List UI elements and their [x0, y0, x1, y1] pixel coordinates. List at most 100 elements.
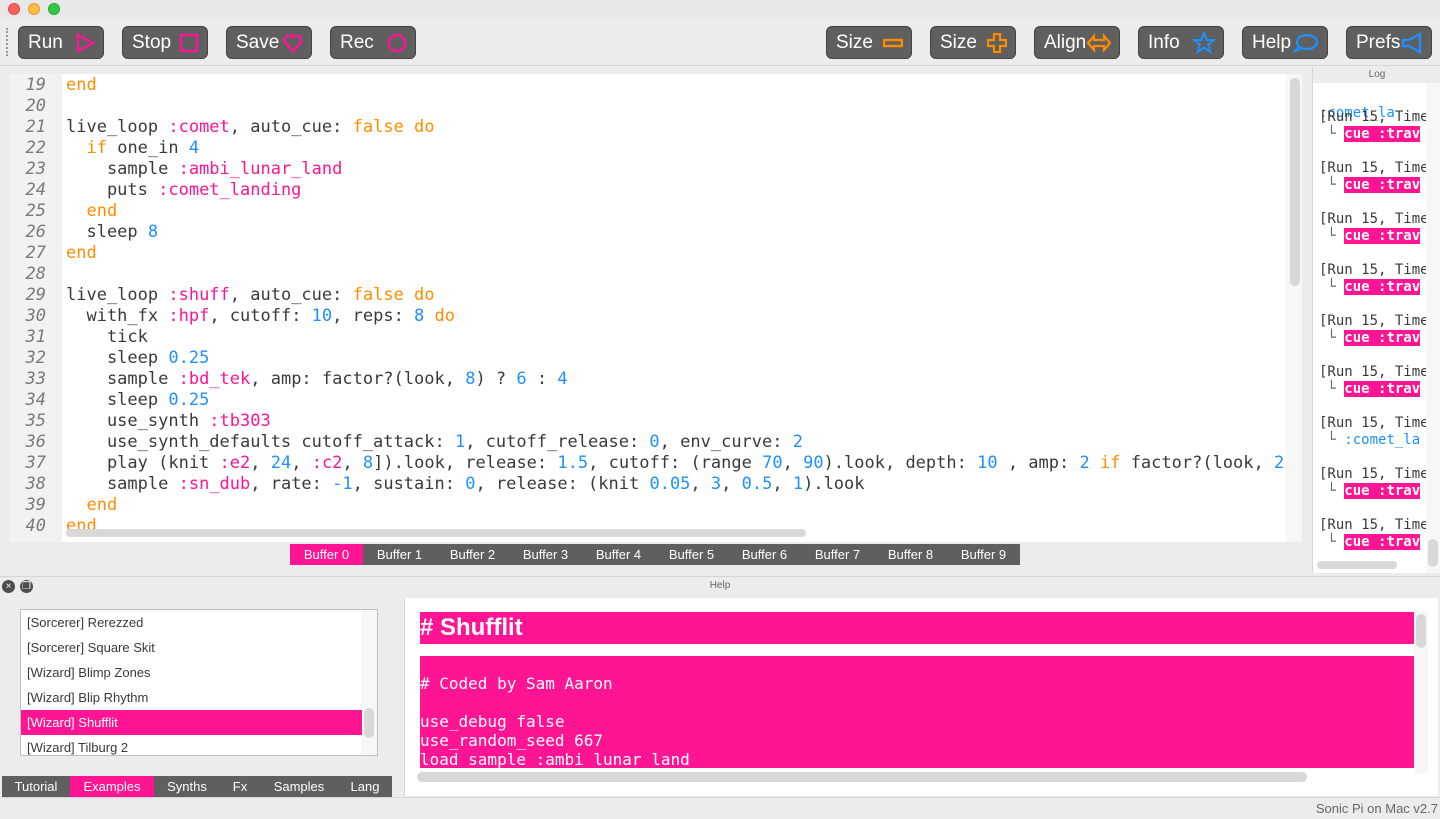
log-tree-branch-icon: └: [1319, 432, 1345, 448]
buffer-tab-6[interactable]: Buffer 6: [728, 544, 801, 565]
buffer-tab-3[interactable]: Buffer 3: [509, 544, 582, 565]
code-line[interactable]: 23 sample :ambi_lunar_land: [10, 159, 1286, 180]
help-tab-examples[interactable]: Examples: [70, 776, 154, 797]
code-editor[interactable]: 19 end 20 21 live_loop :comet, auto_cue: fal…: [10, 74, 1302, 542]
code-line[interactable]: 22 if one_in 4: [10, 138, 1286, 159]
help-tab-samples[interactable]: Samples: [260, 776, 338, 797]
buffer-tab-0[interactable]: Buffer 0: [290, 544, 363, 565]
doc-vertical-scroll-thumb[interactable]: [1416, 614, 1426, 648]
log-horizontal-scroll-thumb[interactable]: [1317, 561, 1397, 569]
code-line[interactable]: 25 end: [10, 201, 1286, 222]
doc-horizontal-scroll-thumb[interactable]: [417, 772, 1307, 782]
stop-button[interactable]: Stop: [122, 26, 208, 59]
example-list-item[interactable]: [Sorcerer] Square Skit: [21, 635, 362, 660]
buffer-tabs: Buffer 0 Buffer 1 Buffer 2 Buffer 3 Buffer 4…: [290, 544, 1020, 565]
example-list-item[interactable]: [Sorcerer] Rerezzed: [21, 610, 362, 635]
doc-vertical-scrollbar[interactable]: [1414, 610, 1428, 774]
log-entry-header: [Run 15, Time: [1319, 262, 1429, 278]
zoom-window-button[interactable]: [48, 3, 60, 15]
log-vertical-scroll-thumb[interactable]: [1428, 539, 1438, 567]
buffer-tab-5[interactable]: Buffer 5: [655, 544, 728, 565]
code-token: ) ?: [475, 369, 517, 389]
example-list-item[interactable]: [Wizard] Shufflit: [21, 710, 362, 735]
stop-label: Stop: [132, 31, 172, 53]
code-line[interactable]: 30 with_fx :hpf, cutoff: 10, reps: 8 do: [10, 306, 1286, 327]
buffer-tab-9[interactable]: Buffer 9: [947, 544, 1020, 565]
rec-button[interactable]: Rec: [330, 26, 416, 59]
log-vertical-scrollbar[interactable]: [1426, 83, 1440, 573]
example-list-item[interactable]: [Wizard] Blimp Zones: [21, 660, 362, 685]
log-message-text: cue :trav: [1344, 330, 1421, 346]
code-line[interactable]: 28: [10, 264, 1286, 285]
code-token: live_loop: [66, 117, 169, 137]
buffer-tab-1[interactable]: Buffer 1: [363, 544, 436, 565]
align-button[interactable]: Align: [1034, 26, 1120, 59]
editor-horizontal-scrollbar[interactable]: [66, 527, 1286, 539]
code-text: use_synth_defaults cutoff_attack: 1, cut…: [66, 432, 803, 453]
log-entry: [Run 15, Time └ cue :trav: [1319, 313, 1431, 347]
code-line[interactable]: 20: [10, 96, 1286, 117]
examples-vertical-scrollbar[interactable]: [361, 610, 377, 755]
code-line[interactable]: 39 end: [10, 495, 1286, 516]
editor-vertical-scroll-thumb[interactable]: [1290, 78, 1300, 286]
log-message-text: cue :trav: [1344, 279, 1421, 295]
minimize-window-button[interactable]: [28, 3, 40, 15]
doc-code-line: use_random_seed 667: [420, 731, 604, 750]
code-line[interactable]: 21 live_loop :comet, auto_cue: false do: [10, 117, 1286, 138]
code-line[interactable]: 35 use_synth :tb303: [10, 411, 1286, 432]
code-line[interactable]: 38 sample :sn_dub, rate: -1, sustain: 0,…: [10, 474, 1286, 495]
line-number: 28: [25, 264, 46, 284]
log-message-text: cue :trav: [1344, 228, 1421, 244]
editor-vertical-scrollbar[interactable]: [1286, 74, 1302, 542]
code-line[interactable]: 26 sleep 8: [10, 222, 1286, 243]
buffer-tab-7[interactable]: Buffer 7: [801, 544, 874, 565]
code-token: ,: [250, 453, 271, 473]
close-window-button[interactable]: [8, 3, 20, 15]
line-number: 35: [25, 411, 46, 431]
code-token: :: [526, 369, 558, 389]
code-token: ,: [772, 474, 793, 494]
examples-list[interactable]: [Sorcerer] Rerezzed [Sorcerer] Square Ski…: [20, 609, 378, 756]
log-entry-header: [Run 15, Time: [1319, 109, 1429, 125]
example-list-item[interactable]: [Wizard] Tilburg 2: [21, 735, 362, 755]
help-button[interactable]: Help: [1242, 26, 1328, 59]
log-entry: [Run 15, Time └ cue :trav: [1319, 211, 1431, 245]
code-line[interactable]: 34 sleep 0.25: [10, 390, 1286, 411]
code-line[interactable]: 19 end: [10, 75, 1286, 96]
code-line[interactable]: 32 sleep 0.25: [10, 348, 1286, 369]
code-line[interactable]: 24 puts :comet_landing: [10, 180, 1286, 201]
line-number: 20: [25, 96, 46, 116]
help-tab-fx[interactable]: Fx: [220, 776, 260, 797]
code-line[interactable]: 31 tick: [10, 327, 1286, 348]
run-button[interactable]: Run: [18, 26, 104, 59]
float-help-icon[interactable]: ❐: [20, 580, 33, 593]
log-tree-branch-icon: └: [1319, 330, 1345, 346]
code-line[interactable]: 33 sample :bd_tek, amp: factor?(look, 8)…: [10, 369, 1286, 390]
help-tab-synths[interactable]: Synths: [154, 776, 220, 797]
code-token: :tb303: [209, 411, 271, 431]
doc-code-line: load_sample :ambi_lunar_land: [420, 750, 690, 769]
close-help-icon[interactable]: ×: [2, 580, 15, 593]
code-line[interactable]: 36 use_synth_defaults cutoff_attack: 1, …: [10, 432, 1286, 453]
size-down-button[interactable]: Size: [826, 26, 912, 59]
buffer-tab-8[interactable]: Buffer 8: [874, 544, 947, 565]
code-line[interactable]: 27 end: [10, 243, 1286, 264]
example-list-item[interactable]: [Wizard] Blip Rhythm: [21, 685, 362, 710]
buffer-tab-2[interactable]: Buffer 2: [436, 544, 509, 565]
prefs-button[interactable]: Prefs: [1346, 26, 1432, 59]
editor-horizontal-scroll-thumb[interactable]: [66, 529, 806, 537]
toolbar-grip[interactable]: [6, 28, 8, 56]
buffer-tab-4[interactable]: Buffer 4: [582, 544, 655, 565]
size-up-button[interactable]: Size: [930, 26, 1016, 59]
code-token: one_in: [106, 138, 189, 158]
help-tab-lang[interactable]: Lang: [338, 776, 392, 797]
code-line[interactable]: 37 play (knit :e2, 24, :c2, 8]).look, re…: [10, 453, 1295, 474]
speech-bubble-icon: [1293, 33, 1319, 53]
log-tree-branch-icon: └: [1319, 126, 1345, 142]
code-line[interactable]: 29 live_loop :shuff, auto_cue: false do: [10, 285, 1286, 306]
save-button[interactable]: Save: [226, 26, 312, 59]
info-button[interactable]: Info: [1138, 26, 1224, 59]
examples-scroll-thumb[interactable]: [364, 708, 374, 738]
code-token: 4: [557, 369, 568, 389]
help-tab-tutorial[interactable]: Tutorial: [2, 776, 70, 797]
